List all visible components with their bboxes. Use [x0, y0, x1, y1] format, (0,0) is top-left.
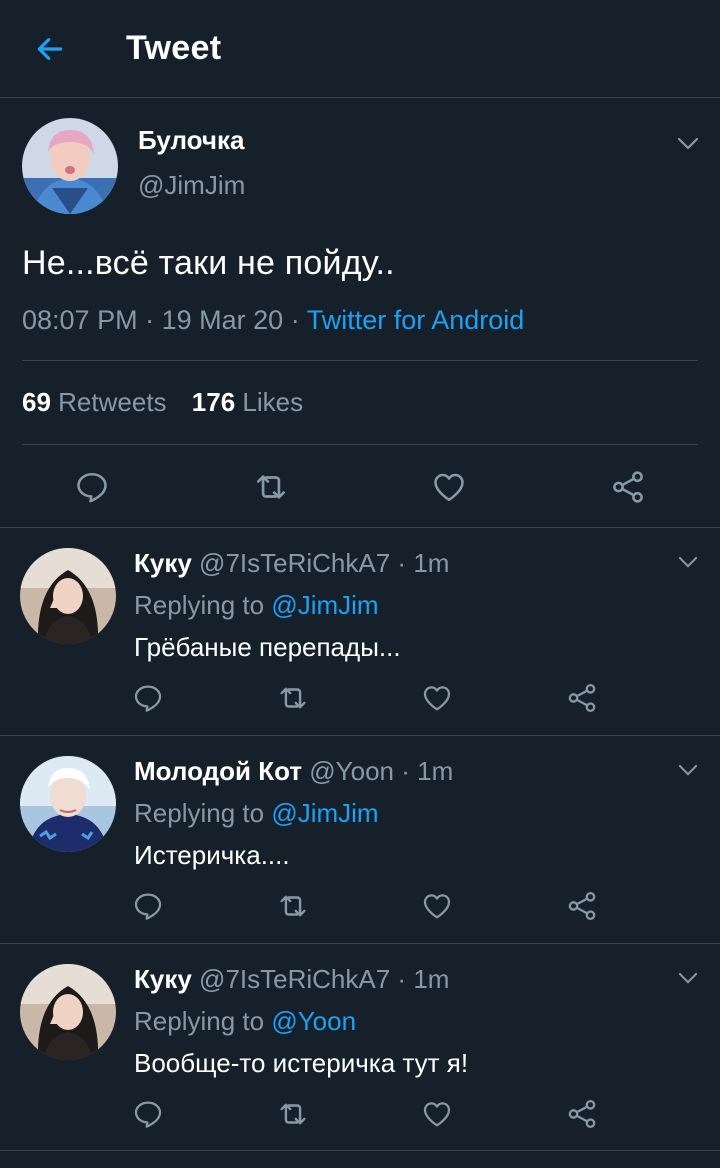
replying-to-link[interactable]: @JimJim: [271, 590, 378, 620]
replying-label: Replying to: [134, 590, 265, 620]
tweet-source-link[interactable]: Twitter for Android: [307, 305, 525, 335]
replying-to-link[interactable]: @Yoon: [271, 1006, 356, 1036]
share-icon: [568, 1099, 596, 1129]
retweet-button[interactable]: [275, 1096, 311, 1132]
share-button[interactable]: [564, 888, 600, 924]
chevron-down-icon: [678, 764, 698, 775]
tweet-actions: [22, 445, 698, 527]
tweet-options-button[interactable]: [676, 966, 700, 990]
speech-bubble-icon: [77, 472, 107, 503]
back-button[interactable]: [30, 29, 70, 69]
replying-label: Replying to: [134, 798, 265, 828]
reply-text: Вообще-то истеричка тут я!: [134, 1048, 469, 1078]
reply-button[interactable]: [130, 680, 166, 716]
reply-text: Грёбаные перепады...: [134, 632, 401, 662]
share-icon: [568, 683, 596, 713]
likes-count: 176: [191, 387, 236, 417]
retweet-icon: [280, 687, 306, 709]
separator: ·: [145, 305, 155, 335]
reply-actions: [130, 680, 600, 716]
avatar[interactable]: [20, 964, 116, 1060]
retweets-label: Retweets: [58, 387, 167, 417]
retweet-button[interactable]: [275, 680, 311, 716]
avatar[interactable]: [22, 118, 118, 214]
reply-author-handle[interactable]: @7IsTeRiChkA7: [199, 964, 390, 994]
arrow-left-icon: [37, 37, 63, 60]
tweet-options-button[interactable]: [676, 132, 700, 156]
separator: ·: [397, 964, 407, 994]
reply-time: 1m: [417, 756, 454, 786]
reply-tweet[interactable]: Куку @7IsTeRiChkA7 · 1m Replying to @Jim…: [0, 527, 720, 735]
reply-actions: [130, 1096, 600, 1132]
reply-tweet[interactable]: Куку @7IsTeRiChkA7 · 1m Replying to @Yoo…: [0, 943, 720, 1151]
reply-actions: [130, 888, 600, 924]
heart-icon: [424, 1102, 451, 1127]
tweet-options-button[interactable]: [676, 550, 700, 574]
tweet-date: 19 Mar 20: [161, 305, 284, 335]
reply-author-name[interactable]: Куку: [134, 964, 192, 994]
share-button[interactable]: [608, 467, 648, 507]
chevron-down-icon: [678, 972, 698, 983]
share-icon: [568, 891, 596, 921]
reply-author-name[interactable]: Молодой Кот: [134, 756, 302, 786]
share-icon: [613, 471, 643, 503]
share-button[interactable]: [564, 680, 600, 716]
like-button[interactable]: [419, 888, 455, 924]
avatar[interactable]: [20, 756, 116, 852]
separator: ·: [290, 305, 300, 335]
tweet-time: 08:07 PM: [22, 305, 138, 335]
tweet-text: Не...всё таки не пойду..: [22, 244, 395, 282]
author-name[interactable]: Булочка: [138, 125, 245, 156]
heart-icon: [424, 894, 451, 919]
reply-button[interactable]: [72, 467, 112, 507]
chevron-down-icon: [678, 556, 698, 567]
tweet-options-button[interactable]: [676, 758, 700, 782]
like-button[interactable]: [429, 467, 469, 507]
replying-to-link[interactable]: @JimJim: [271, 798, 378, 828]
speech-bubble-icon: [134, 685, 162, 712]
reply-author-handle[interactable]: @7IsTeRiChkA7: [199, 548, 390, 578]
retweet-icon: [256, 475, 285, 499]
speech-bubble-icon: [134, 1101, 162, 1128]
reply-time: 1m: [413, 548, 450, 578]
separator: ·: [397, 548, 407, 578]
author-handle[interactable]: @JimJim: [138, 170, 245, 201]
main-tweet: Булочка @JimJim Не...всё таки не пойду..…: [0, 98, 720, 527]
app-header: Tweet: [0, 0, 720, 98]
retweet-icon: [280, 1103, 306, 1125]
reply-time: 1m: [413, 964, 450, 994]
share-button[interactable]: [564, 1096, 600, 1132]
retweet-button[interactable]: [251, 467, 291, 507]
reply-tweet[interactable]: Молодой Кот @Yoon · 1m Replying to @JimJ…: [0, 735, 720, 943]
chevron-down-icon: [677, 137, 699, 150]
retweets-stat[interactable]: 69 Retweets: [22, 387, 167, 418]
page-title: Tweet: [126, 29, 222, 67]
retweets-count: 69: [22, 387, 51, 417]
reply-button[interactable]: [130, 888, 166, 924]
speech-bubble-icon: [134, 893, 162, 920]
separator: ·: [401, 756, 410, 786]
retweet-button[interactable]: [275, 888, 311, 924]
reply-author-handle[interactable]: @Yoon: [309, 756, 394, 786]
like-button[interactable]: [419, 1096, 455, 1132]
reply-author-name[interactable]: Куку: [134, 548, 192, 578]
likes-label: Likes: [242, 387, 304, 417]
avatar[interactable]: [20, 548, 116, 644]
retweet-icon: [280, 895, 306, 917]
replying-label: Replying to: [134, 1006, 265, 1036]
like-button[interactable]: [419, 680, 455, 716]
likes-stat[interactable]: 176 Likes: [192, 387, 303, 418]
heart-icon: [434, 473, 465, 502]
reply-button[interactable]: [130, 1096, 166, 1132]
heart-icon: [424, 686, 451, 711]
reply-text: Истеричка....: [134, 840, 290, 870]
